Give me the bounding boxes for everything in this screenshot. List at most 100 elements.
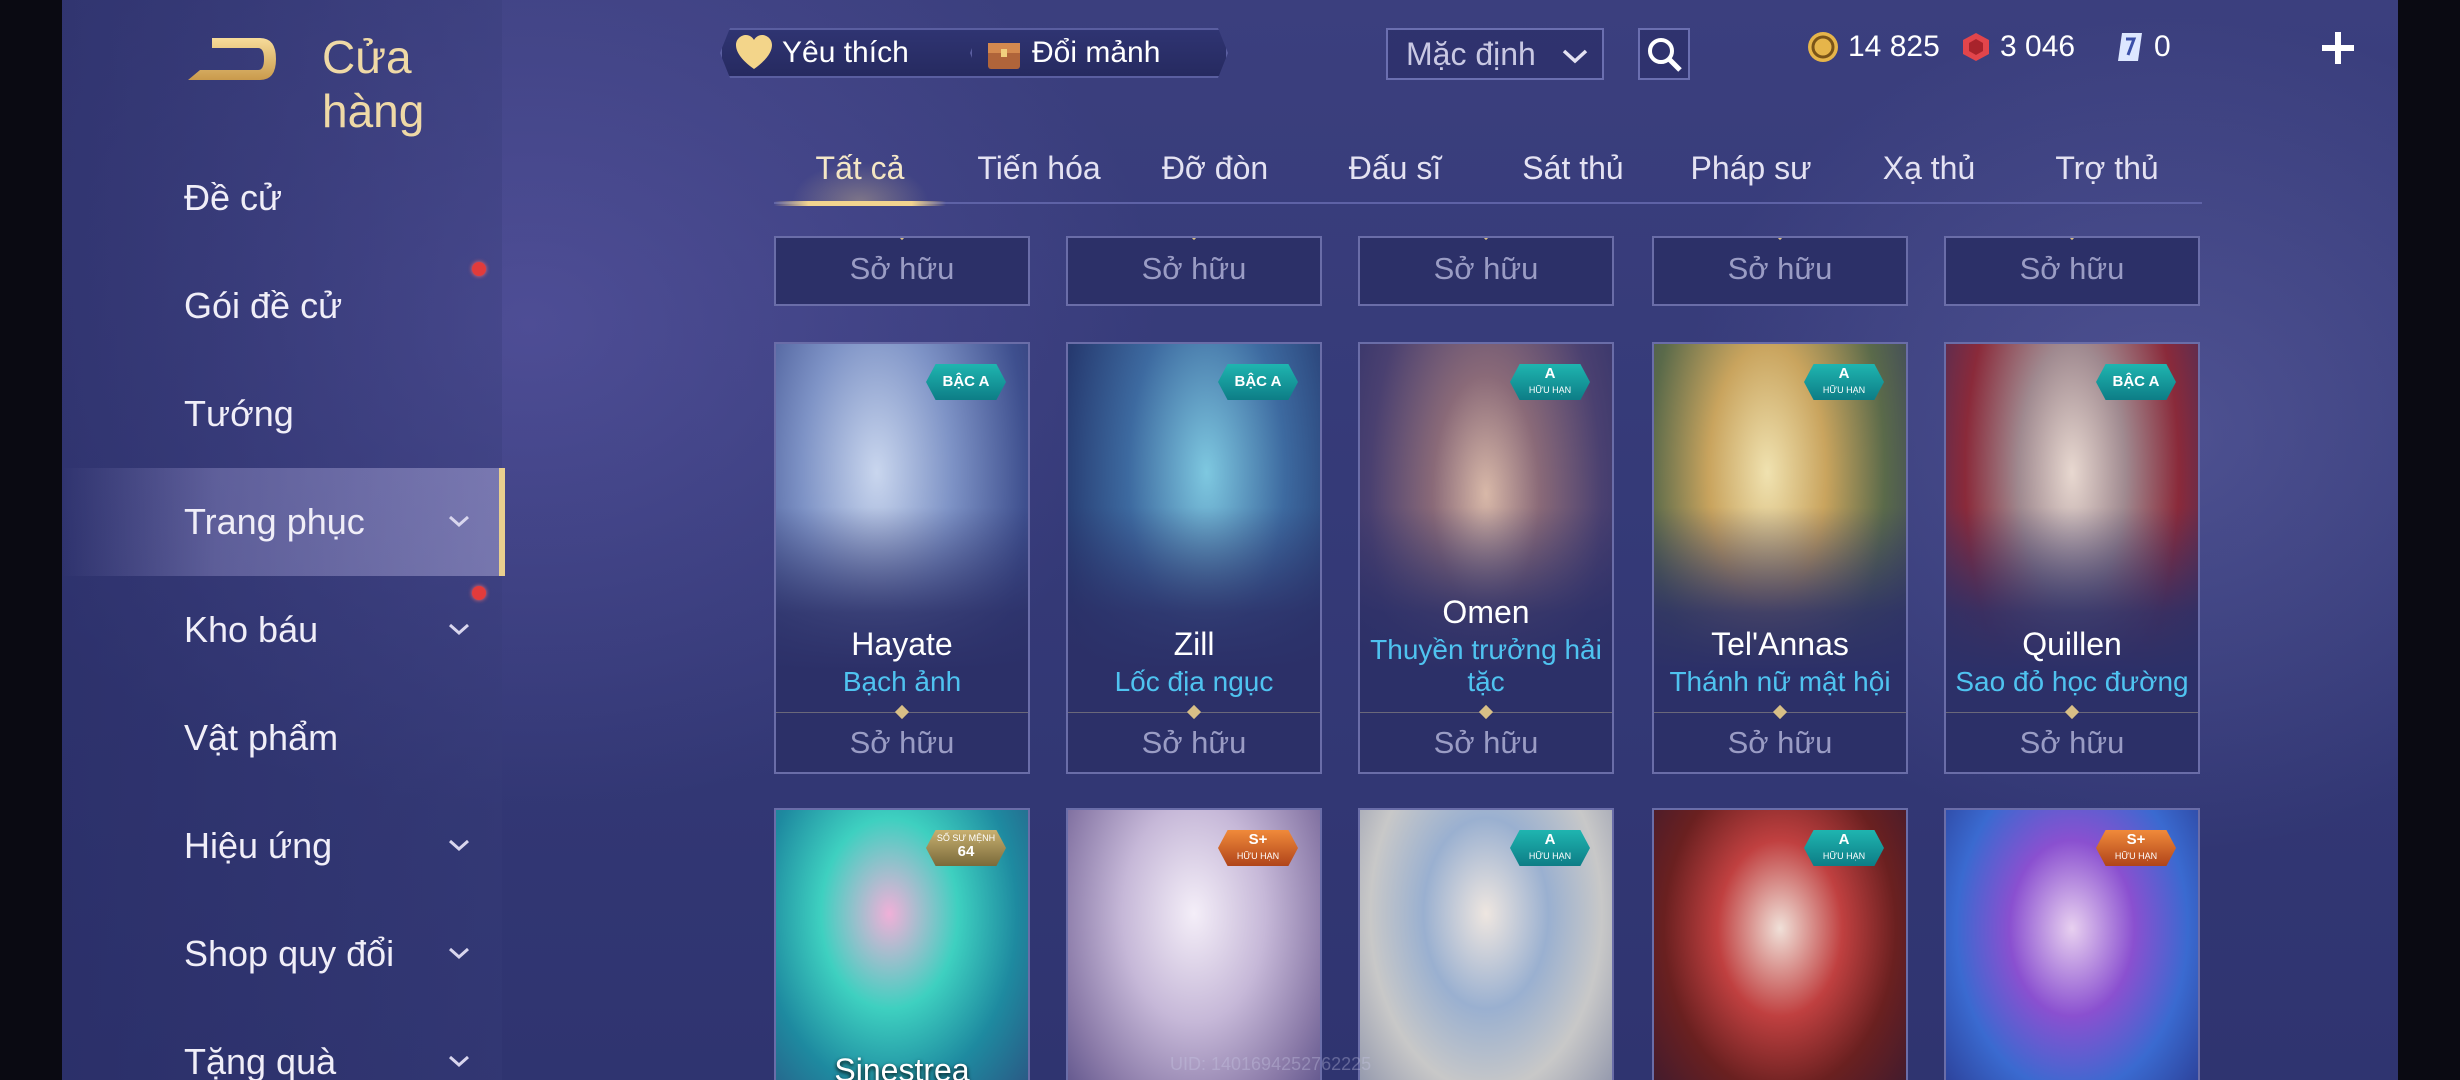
owned-label: Sở hữu xyxy=(1946,712,2198,772)
tab-label: Trợ thủ xyxy=(2055,150,2159,186)
sidebar-item-effects[interactable]: Hiệu ứng xyxy=(62,792,502,900)
tab-fighter[interactable]: Đấu sĩ xyxy=(1320,146,1470,202)
add-currency-button[interactable] xyxy=(2318,28,2358,68)
tab-label: Sát thủ xyxy=(1522,150,1624,186)
exchange-shards-button[interactable]: Đổi mảnh xyxy=(970,28,1228,78)
hero-name: Hayate xyxy=(851,626,953,662)
owned-label: Sở hữu xyxy=(1654,712,1906,772)
sidebar-item-exchange-shop[interactable]: Shop quy đổi xyxy=(62,900,502,1008)
owned-label: Sở hữu xyxy=(1360,238,1612,304)
tab-marksman[interactable]: Xạ thủ xyxy=(1854,146,2004,202)
skin-name: Bạch ảnh xyxy=(842,666,962,697)
notification-dot xyxy=(472,586,486,600)
sort-dropdown[interactable]: Mặc định xyxy=(1386,28,1604,80)
tier-badge: S+ HỮU HẠN xyxy=(2096,830,2176,866)
skin-card-sinestrea[interactable]: SỐ SƯ MỆNH 64 Sinestrea xyxy=(774,808,1030,1080)
ruby-currency: 3 046 xyxy=(1960,30,2075,64)
ruby-amount: 3 046 xyxy=(2000,30,2076,63)
heart-icon xyxy=(732,31,776,75)
hero-name: Tel'Annas xyxy=(1711,626,1849,662)
tab-label: Xạ thủ xyxy=(1882,150,1976,186)
tab-label: Đỡ đòn xyxy=(1161,150,1269,186)
skin-card-omen[interactable]: A HỮU HẠN Omen Thuyền trưởng hải tặc Sở … xyxy=(1358,342,1614,774)
owned-label: Sở hữu xyxy=(776,238,1028,304)
owned-label: Sở hữu xyxy=(776,712,1028,772)
skin-name: Thánh nữ mật hội xyxy=(1669,666,1891,697)
skin-card[interactable]: A HỮU HẠN xyxy=(1358,808,1614,1080)
skin-card[interactable]: Sở hữu xyxy=(1944,236,2200,306)
skin-card[interactable]: Sở hữu xyxy=(1358,236,1614,306)
search-icon xyxy=(1648,38,1682,72)
sidebar-item-gifts[interactable]: Tặng quà xyxy=(62,1008,502,1080)
user-id-watermark: UID: 1401694252762225 xyxy=(1170,1054,1372,1074)
skin-card[interactable]: Sở hữu xyxy=(1652,236,1908,306)
sidebar-item-skins[interactable]: Trang phục xyxy=(62,468,505,576)
tab-label: Đấu sĩ xyxy=(1348,150,1442,186)
tier-badge: A HỮU HẠN xyxy=(1510,830,1590,866)
skin-card[interactable]: Sở hữu xyxy=(1066,236,1322,306)
skin-card[interactable]: Sở hữu xyxy=(774,236,1030,306)
chevron-down-icon xyxy=(449,839,469,852)
owned-label: Sở hữu xyxy=(1654,238,1906,304)
tab-label: Tiến hóa xyxy=(977,150,1101,186)
favorite-button[interactable]: Yêu thích xyxy=(720,28,990,78)
tab-support[interactable]: Trợ thủ xyxy=(2032,146,2182,202)
shop-screen: Cửa hàng Đề cử Gói đề cử Tướng Trang phụ… xyxy=(62,0,2398,1080)
chevron-down-icon xyxy=(449,623,469,636)
voucher-icon xyxy=(2118,33,2142,61)
sidebar-item-label: Gói đề cử xyxy=(184,285,343,326)
sidebar: Cửa hàng Đề cử Gói đề cử Tướng Trang phụ… xyxy=(62,0,505,1080)
sidebar-item-heroes[interactable]: Tướng xyxy=(62,360,502,468)
skin-grid: Sở hữu Sở hữu Sở hữu Sở hữu Sở hữu BẬC A… xyxy=(774,236,2204,1080)
hero-name: Quillen xyxy=(2022,626,2122,662)
tab-all[interactable]: Tất cả xyxy=(774,146,946,206)
skin-card[interactable]: S+ HỮU HẠN xyxy=(1944,808,2200,1080)
search-button[interactable] xyxy=(1638,28,1690,80)
skin-card-hayate[interactable]: BẬC A Hayate Bạch ảnh Sở hữu xyxy=(774,342,1030,774)
sidebar-item-label: Tặng quà xyxy=(184,1041,337,1080)
tab-label: Pháp sư xyxy=(1690,150,1812,186)
owned-label: Sở hữu xyxy=(1068,712,1320,772)
tier-badge: A HỮU HẠN xyxy=(1804,830,1884,866)
skin-card-quillen[interactable]: BẬC A Quillen Sao đỏ học đường Sở hữu xyxy=(1944,342,2200,774)
gold-amount: 14 825 xyxy=(1848,30,1940,63)
hero-name: Omen xyxy=(1442,594,1530,630)
ticket-currency: 0 xyxy=(2114,30,2171,64)
hero-name: Sinestrea xyxy=(834,1052,970,1080)
back-button[interactable] xyxy=(182,32,282,86)
skin-name: Lốc địa ngục xyxy=(1114,666,1274,697)
hero-name: Zill xyxy=(1173,626,1215,662)
ticket-amount: 0 xyxy=(2154,30,2171,63)
gold-currency: 14 825 xyxy=(1806,30,1940,64)
skin-card[interactable]: A HỮU HẠN xyxy=(1652,808,1908,1080)
tier-badge: A HỮU HẠN xyxy=(1510,364,1590,400)
tier-badge: SỐ SƯ MỆNH 64 xyxy=(926,830,1006,866)
category-tabs: Tất cả Tiến hóa Đỡ đòn Đấu sĩ Sát thủ Ph… xyxy=(774,146,2202,206)
tab-mage[interactable]: Pháp sư xyxy=(1676,146,1826,202)
sidebar-item-label: Trang phục xyxy=(184,501,365,542)
ruby-icon xyxy=(1963,33,1989,61)
skin-card[interactable]: S+ HỮU HẠN xyxy=(1066,808,1322,1080)
skin-card-telannas[interactable]: A HỮU HẠN Tel'Annas Thánh nữ mật hội Sở … xyxy=(1652,342,1908,774)
notification-dot xyxy=(472,262,486,276)
tier-badge: A HỮU HẠN xyxy=(1804,364,1884,400)
treasure-chest-icon xyxy=(982,31,1026,75)
sidebar-item-items[interactable]: Vật phẩm xyxy=(62,684,502,792)
sidebar-item-label: Shop quy đổi xyxy=(184,933,395,974)
sidebar-item-featured[interactable]: Đề cử xyxy=(62,144,502,252)
sidebar-item-label: Vật phẩm xyxy=(184,717,339,758)
tab-evolution[interactable]: Tiến hóa xyxy=(964,146,1114,202)
owned-label: Sở hữu xyxy=(1360,712,1612,772)
sidebar-item-label: Đề cử xyxy=(184,177,283,218)
tab-assassin[interactable]: Sát thủ xyxy=(1498,146,1648,202)
skin-name: Sao đỏ học đường xyxy=(1955,666,2189,697)
owned-label: Sở hữu xyxy=(1946,238,2198,304)
tab-tank[interactable]: Đỡ đòn xyxy=(1140,146,1290,202)
chevron-down-icon xyxy=(449,947,469,960)
sidebar-item-treasure[interactable]: Kho báu xyxy=(62,576,502,684)
sidebar-item-bundles[interactable]: Gói đề cử xyxy=(62,252,502,360)
favorite-label: Yêu thích xyxy=(782,36,909,69)
tier-badge: S+ HỮU HẠN xyxy=(1218,830,1298,866)
sidebar-item-label: Tướng xyxy=(184,393,294,434)
skin-card-zill[interactable]: BẬC A Zill Lốc địa ngục Sở hữu xyxy=(1066,342,1322,774)
